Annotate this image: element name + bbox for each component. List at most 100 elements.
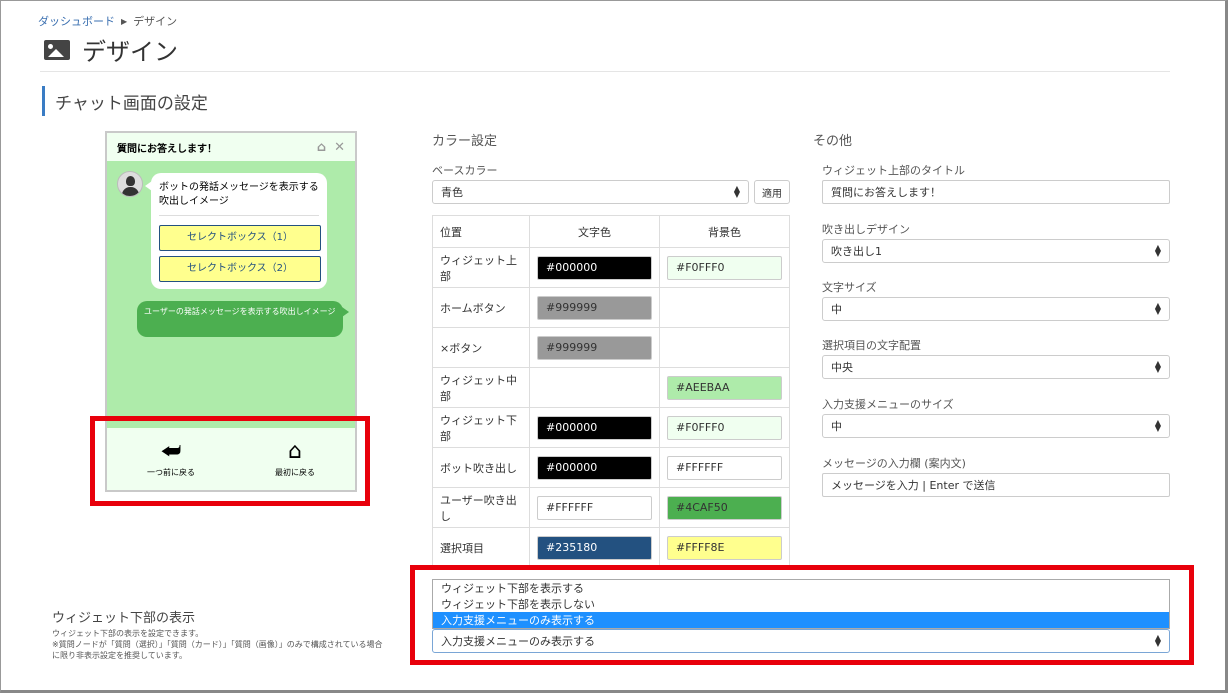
desc-line-2: ※質問ノードが「質問（選択）」「質問（カード）」「質問（画像）」のみで構成されて… — [52, 640, 383, 649]
row-position-name: ウィジェット上部 — [432, 247, 530, 288]
section-title: チャット画面の設定 — [42, 86, 208, 116]
widget-footer-heading: ウィジェット下部の表示 — [52, 611, 196, 626]
row-position-name: ×ボタン — [432, 327, 530, 368]
bg-color-input[interactable]: #FFFFFF — [667, 455, 782, 480]
bg-color-input-cell — [659, 327, 790, 368]
text-color-input[interactable]: #FFFFFF — [537, 495, 652, 520]
text-color-input-cell: #000000 — [529, 407, 660, 448]
select-arrows-icon: ▲ ▼ — [1154, 301, 1161, 316]
color-table-row: ボット吹き出し #000000 #FFFFFF — [432, 447, 790, 488]
home-icon[interactable]: ⌂ — [317, 140, 326, 155]
color-table-row: ウィジェット中部 #AEEBAA — [432, 367, 790, 408]
bubble-design-value: 吹き出し1 — [831, 245, 882, 258]
other-heading: その他 — [813, 134, 853, 149]
bg-color-input[interactable]: #AEEBAA — [667, 375, 782, 400]
base-color-label: ベースカラー — [432, 164, 498, 177]
row-position-name: ウィジェット下部 — [432, 407, 530, 448]
bg-color-input[interactable]: #F0FFF0 — [667, 415, 782, 440]
column-header-bg-color: 背景色 — [659, 215, 790, 248]
menu-size-select[interactable]: 中 ▲ ▼ — [822, 414, 1170, 438]
widget-title-label: ウィジェット上部のタイトル — [822, 164, 965, 177]
color-table-row: ユーザー吹き出し #FFFFFF #4CAF50 — [432, 487, 790, 528]
font-size-value: 中 — [831, 303, 842, 316]
image-icon — [44, 39, 70, 60]
bg-color-input-cell: #AEEBAA — [659, 367, 790, 408]
text-color-input-cell: #999999 — [529, 287, 660, 328]
text-color-input[interactable]: #235180 — [537, 535, 652, 560]
select-arrows-icon: ▲ ▼ — [733, 184, 740, 199]
alignment-label: 選択項目の文字配置 — [822, 339, 921, 352]
menu-size-value: 中 — [831, 420, 842, 433]
title-divider — [40, 71, 1170, 72]
bot-message: ボットの発話メッセージを表示する吹出しイメージ — [159, 181, 319, 216]
alignment-select[interactable]: 中央 ▲ ▼ — [822, 355, 1170, 379]
bg-color-input[interactable]: #F0FFF0 — [667, 255, 782, 280]
row-position-name: ウィジェット中部 — [432, 367, 530, 408]
highlight-box-footer — [90, 416, 370, 506]
preview-option-1[interactable]: セレクトボックス（1） — [159, 225, 321, 251]
row-position-name: ユーザー吹き出し — [432, 487, 530, 528]
close-icon[interactable]: ✕ — [334, 140, 345, 155]
breadcrumb-current: デザイン — [133, 15, 178, 28]
text-color-input[interactable]: #000000 — [537, 415, 652, 440]
select-arrows-icon: ▲ ▼ — [1154, 243, 1161, 258]
text-color-input[interactable]: #000000 — [537, 455, 652, 480]
bg-color-input-cell: #F0FFF0 — [659, 247, 790, 288]
bot-bubble: ボットの発話メッセージを表示する吹出しイメージ セレクトボックス（1） セレクト… — [145, 173, 327, 289]
bg-color-input[interactable]: #4CAF50 — [667, 495, 782, 520]
column-header-position: 位置 — [432, 215, 530, 248]
desc-line-3: に限り非表示設定を推奨しています。 — [52, 651, 187, 660]
color-table-row: ×ボタン #999999 — [432, 327, 790, 368]
widget-title-value: 質問にお答えします！ — [831, 186, 941, 199]
text-color-input[interactable]: #000000 — [537, 255, 652, 280]
menu-size-label: 入力支援メニューのサイズ — [822, 398, 954, 411]
bg-color-input-cell: #FFFFFF — [659, 447, 790, 488]
row-position-name: ボット吹き出し — [432, 447, 530, 488]
bot-avatar — [117, 171, 143, 197]
font-size-label: 文字サイズ — [822, 281, 877, 294]
page-title-text: デザイン — [82, 38, 178, 66]
text-color-input-cell: #235180 — [529, 527, 660, 568]
widget-title-input[interactable]: 質問にお答えします！ — [822, 180, 1170, 204]
breadcrumb-dashboard-link[interactable]: ダッシュボード — [38, 13, 115, 29]
apply-button[interactable]: 適用 — [754, 180, 790, 204]
color-settings-heading: カラー設定 — [432, 134, 498, 149]
preview-header: 質問にお答えします！ ⌂ ✕ — [107, 133, 355, 161]
bg-color-input-cell — [659, 287, 790, 328]
bg-color-input[interactable]: #FFFF8E — [667, 535, 782, 560]
text-color-input-cell: #000000 — [529, 447, 660, 488]
bg-color-input-cell: #F0FFF0 — [659, 407, 790, 448]
breadcrumb: ダッシュボード ▶ デザイン — [38, 13, 177, 29]
preview-header-title: 質問にお答えします！ — [117, 143, 217, 155]
color-table-row: ウィジェット下部 #000000 #F0FFF0 — [432, 407, 790, 448]
text-color-input[interactable]: #999999 — [537, 295, 652, 320]
alignment-value: 中央 — [831, 361, 853, 374]
row-position-name: ホームボタン — [432, 287, 530, 328]
text-color-input-cell: #FFFFFF — [529, 487, 660, 528]
color-table-row: ウィジェット上部 #000000 #F0FFF0 — [432, 247, 790, 288]
breadcrumb-separator-icon: ▶ — [121, 16, 128, 26]
placeholder-input[interactable]: メッセージを入力 | Enter で送信 — [822, 473, 1170, 497]
text-color-input-cell — [529, 367, 660, 408]
bubble-design-select[interactable]: 吹き出し1 ▲ ▼ — [822, 239, 1170, 263]
bg-color-input-cell: #FFFF8E — [659, 527, 790, 568]
base-color-select[interactable]: 青色 ▲ ▼ — [432, 180, 749, 204]
color-table-row: 選択項目 #235180 #FFFF8E — [432, 527, 790, 568]
select-arrows-icon: ▲ ▼ — [1154, 359, 1161, 374]
column-header-text-color: 文字色 — [529, 215, 660, 248]
placeholder-value: メッセージを入力 | Enter で送信 — [831, 479, 996, 492]
color-table-row: ホームボタン #999999 — [432, 287, 790, 328]
color-table: 位置 文字色 背景色 ウィジェット上部 #000000 #F0FFF0 ホームボタン #… — [432, 215, 790, 568]
highlight-box-dropdown — [410, 565, 1194, 665]
text-color-input[interactable]: #999999 — [537, 335, 652, 360]
placeholder-label: メッセージの入力欄 (案内文) — [822, 457, 966, 470]
base-color-value: 青色 — [441, 186, 463, 199]
font-size-select[interactable]: 中 ▲ ▼ — [822, 297, 1170, 321]
select-arrows-icon: ▲ ▼ — [1154, 418, 1161, 433]
text-color-input-cell: #000000 — [529, 247, 660, 288]
bg-color-input-cell: #4CAF50 — [659, 487, 790, 528]
widget-footer-description: ウィジェット下部の表示を設定できます。 ※質問ノードが「質問（選択）」「質問（カ… — [52, 628, 412, 661]
page-title: デザイン — [44, 32, 178, 67]
preview-option-2[interactable]: セレクトボックス（2） — [159, 256, 321, 282]
desc-line-1: ウィジェット下部の表示を設定できます。 — [52, 629, 204, 638]
